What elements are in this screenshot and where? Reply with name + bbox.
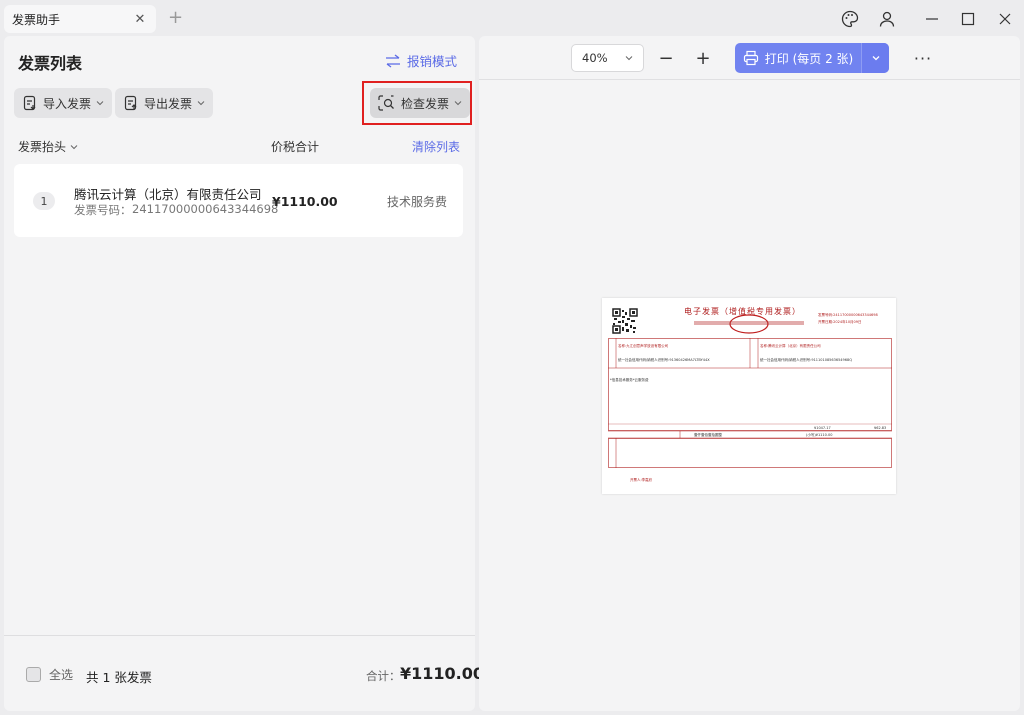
seller-tax-id: 统一社会信用代码/纳税人识别号:91110108563654968Q (760, 358, 852, 362)
palette-icon[interactable] (838, 8, 862, 30)
invoice-count: 共 1 张发票 (86, 670, 152, 685)
tax-small: ¥62.83 (874, 426, 887, 430)
row-service-type: 技术服务费 (387, 195, 448, 209)
print-label: 打印 (每页 2 张) (764, 51, 854, 66)
column-title-label: 发票抬头 (18, 140, 67, 154)
row-company-name: 腾讯云计算（北京）有限责任公司 (74, 187, 262, 202)
print-button[interactable]: 打印 (每页 2 张) (735, 43, 861, 73)
zoom-in-button[interactable]: + (691, 46, 715, 70)
user-icon[interactable] (875, 8, 899, 30)
row-invoice-number: 24117000000643344698 (132, 202, 279, 216)
amount-small: ¥1047.17 (814, 426, 831, 430)
tab-close-icon[interactable]: ✕ (132, 12, 148, 27)
chevron-down-icon (872, 56, 879, 61)
maximize-icon[interactable] (956, 8, 980, 30)
import-icon (23, 95, 36, 111)
invoice-date-meta: 开票日期:2024年10月09日 (818, 320, 862, 324)
export-invoice-label: 导出发票 (144, 96, 193, 111)
new-tab-icon[interactable]: + (168, 8, 183, 28)
invoice-list-item[interactable]: 1 腾讯云计算（北京）有限责任公司 发票号码： 2411700000064334… (14, 164, 463, 237)
select-all-label: 全选 (49, 668, 74, 682)
page-title: 发票列表 (18, 54, 83, 73)
import-invoice-button[interactable]: 导入发票 (14, 88, 113, 118)
print-options-button[interactable] (861, 43, 889, 73)
total-in-words: 壹仟壹佰壹拾圆整 (694, 433, 722, 437)
buyer-name: 名称:九江创意声学放设有限公司 (618, 344, 669, 348)
issuer: 开票人:李嘉欣 (630, 478, 653, 482)
tab-title: 发票助手 (12, 12, 61, 27)
invoice-number-meta: 发票号码:24117000000643344698 (818, 313, 878, 317)
tab-invoice-assistant[interactable]: 发票助手 ✕ (4, 5, 156, 33)
column-header-amount: 价税合计 (271, 140, 320, 154)
preview-panel: 40% − + 打印 (每页 2 张) ··· 电子发票（增值税专用发票） 发票… (479, 36, 1020, 711)
buyer-tax-id: 统一社会信用代码/纳税人识别号:91360426MA7LTBY44X (618, 358, 710, 362)
total-in-figures: (小写)¥1110.00 (806, 433, 833, 437)
checkbox-box[interactable] (26, 667, 41, 682)
import-invoice-label: 导入发票 (43, 96, 92, 111)
zoom-out-button[interactable]: − (654, 46, 678, 70)
print-button-group: 打印 (每页 2 张) (735, 43, 889, 73)
chevron-down-icon (197, 101, 205, 106)
preview-toolbar: 40% − + 打印 (每页 2 张) ··· (479, 36, 1020, 80)
title-underline (694, 321, 804, 325)
highlight-annotation (362, 81, 472, 125)
minimize-icon[interactable] (920, 8, 944, 30)
chevron-down-icon (625, 56, 633, 61)
row-amount: ¥1110.00 (272, 194, 338, 209)
close-window-icon[interactable] (993, 8, 1017, 30)
invoice-preview-page: 电子发票（增值税专用发票） 发票号码:24117000000643344698 … (602, 298, 896, 494)
more-options-button[interactable]: ··· (911, 46, 935, 70)
reimbursement-mode-button[interactable]: 报销模式 (385, 51, 457, 70)
total-value: ¥1110.00 (400, 664, 485, 683)
qr-code-icon (612, 308, 638, 334)
reimbursement-mode-label: 报销模式 (407, 54, 458, 69)
column-header-title[interactable]: 发票抬头 (18, 138, 78, 155)
export-icon (124, 95, 137, 111)
total-label: 合计： (366, 669, 401, 683)
select-all-checkbox[interactable]: 全选 (26, 666, 73, 683)
title-bar: 发票助手 ✕ + (0, 0, 1024, 36)
invoice-list-panel: 发票列表 报销模式 导入发票 导出发票 检查发票 发票抬头 价税合计 清除列表 … (4, 36, 484, 711)
printer-icon (743, 50, 758, 66)
chevron-down-icon (96, 101, 104, 106)
row-index: 1 (33, 192, 55, 210)
zoom-select[interactable]: 40% (571, 44, 644, 72)
clear-list-button[interactable]: 清除列表 (412, 138, 460, 155)
swap-icon (386, 53, 400, 68)
line-item: *信息技术服务*云服务费 (610, 378, 649, 382)
chevron-down-icon (70, 144, 78, 149)
footer-divider (4, 635, 475, 636)
row-code-label: 发票号码： (74, 203, 132, 217)
zoom-value: 40% (582, 51, 608, 65)
seller-name: 名称:腾讯云计算（北京）有限责任公司 (760, 344, 821, 348)
export-invoice-button[interactable]: 导出发票 (115, 88, 214, 118)
